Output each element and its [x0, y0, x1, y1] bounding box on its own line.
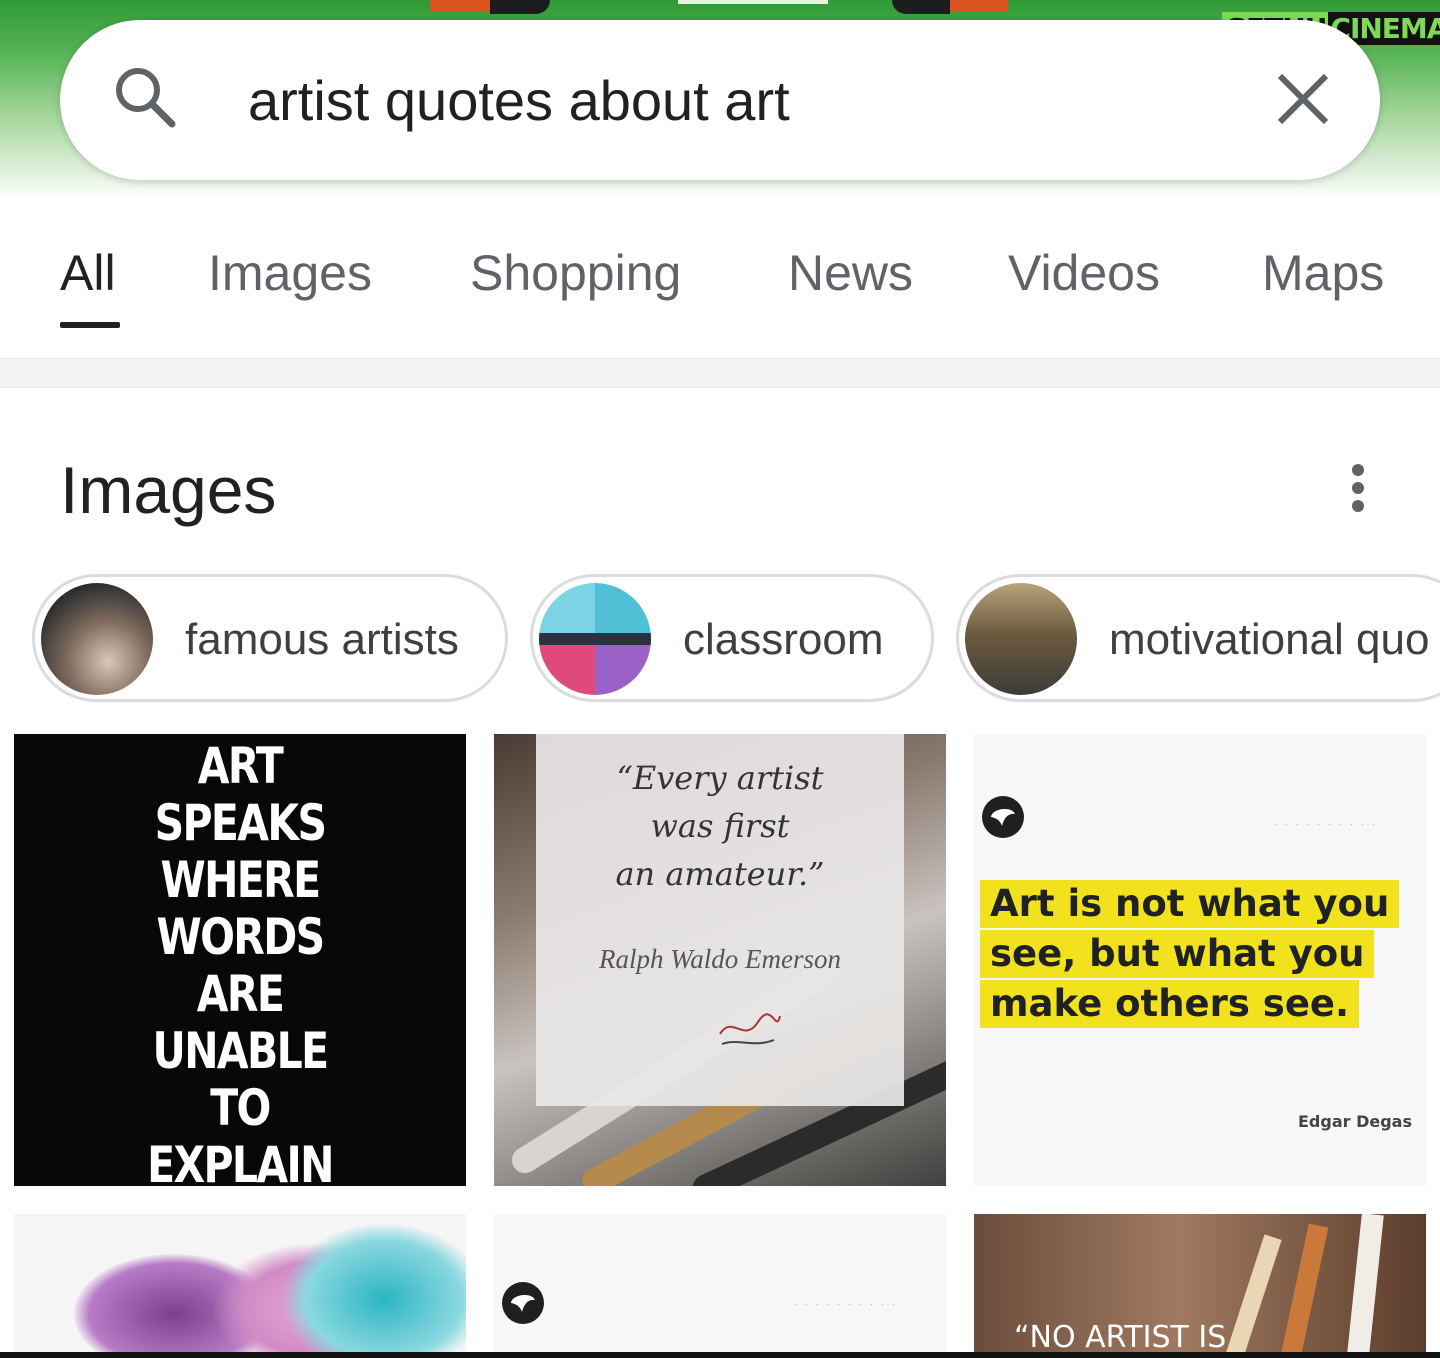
quote-card: “Every artist was first an amateur.” Ral…: [536, 734, 904, 1106]
site-caption: · · · · · · · · · ·: [1274, 820, 1378, 829]
section-divider: [0, 358, 1440, 388]
tab-shopping[interactable]: Shopping: [470, 244, 681, 302]
chip-label: classroom: [683, 615, 884, 664]
site-caption: · · · · · · · · · ·: [794, 1300, 898, 1309]
image-result[interactable]: · · · · · · · · · · Art is not what you …: [974, 734, 1426, 1186]
chip-thumbnail: [539, 583, 651, 695]
brush-stroke: [1346, 1214, 1384, 1358]
image-quote-text: “Every artist was first an amateur.”: [615, 759, 825, 893]
search-tabs: All Images Shopping News Videos Maps: [0, 230, 1440, 330]
brush-stroke: [1279, 1223, 1329, 1358]
chip-motivational-quotes[interactable]: motivational quo: [956, 574, 1440, 702]
image-quote-text: ART SPEAKS WHERE WORDS ARE UNABLE TO EXP…: [147, 737, 334, 1187]
doodle-fragment: [430, 0, 490, 12]
doodle-fragment: [490, 0, 550, 14]
highlighted-quote-line: see, but what you: [980, 930, 1375, 978]
image-result[interactable]: · · · · · · · · · ·: [494, 1214, 946, 1358]
chip-famous-artists[interactable]: famous artists: [32, 574, 508, 702]
chip-label: motivational quo: [1109, 615, 1430, 664]
more-options-icon[interactable]: [1340, 462, 1376, 514]
close-icon[interactable]: [1270, 66, 1336, 132]
tab-videos[interactable]: Videos: [1008, 244, 1160, 302]
active-tab-indicator: [60, 322, 120, 328]
chip-label: famous artists: [185, 615, 459, 664]
image-quote-text: “NO ARTIST IS: [1014, 1320, 1227, 1355]
image-result[interactable]: “NO ARTIST IS: [974, 1214, 1426, 1358]
search-icon[interactable]: [110, 62, 180, 132]
highlighted-quote-line: Art is not what you: [980, 880, 1400, 928]
brand-logo-icon: [982, 796, 1024, 838]
signature-mark: [719, 1013, 781, 1045]
brand-logo-icon: [502, 1282, 544, 1324]
tab-images[interactable]: Images: [208, 244, 372, 302]
doodle-fragment: [892, 0, 950, 14]
doodle-fragment: [678, 0, 828, 4]
search-input[interactable]: artist quotes about art: [248, 68, 790, 133]
image-result[interactable]: [14, 1214, 466, 1358]
images-section-title: Images: [60, 453, 277, 527]
doodle-fragment: [950, 0, 1008, 12]
image-result[interactable]: ART SPEAKS WHERE WORDS ARE UNABLE TO EXP…: [14, 734, 466, 1186]
chip-thumbnail: [965, 583, 1077, 695]
image-quote-author: Edgar Degas: [1298, 1112, 1412, 1131]
tab-news[interactable]: News: [788, 244, 913, 302]
image-quote-author: Ralph Waldo Emerson: [599, 944, 841, 974]
tab-all[interactable]: All: [60, 244, 116, 302]
bottom-edge: [0, 1352, 1440, 1358]
highlighted-quote-line: make others see.: [980, 980, 1360, 1028]
chip-classroom[interactable]: classroom: [530, 574, 934, 702]
tab-maps[interactable]: Maps: [1262, 244, 1384, 302]
image-result[interactable]: “Every artist was first an amateur.” Ral…: [494, 734, 946, 1186]
brush-stroke: [1224, 1234, 1282, 1358]
chip-thumbnail: [41, 583, 153, 695]
